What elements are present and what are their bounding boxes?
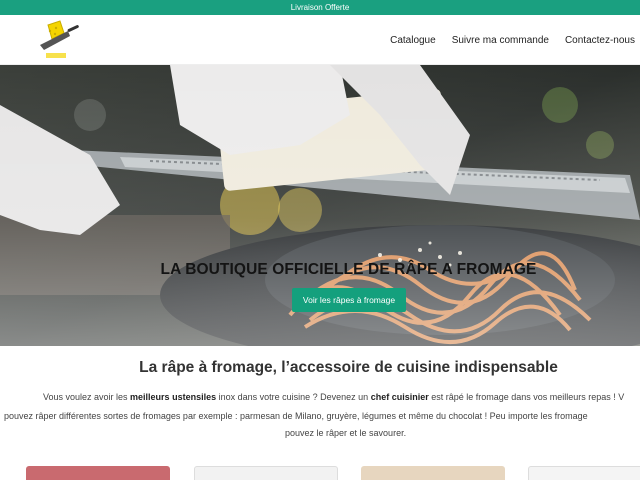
site-header: Catalogue Suivre ma commande Contactez-n… bbox=[0, 15, 640, 65]
intro-line-1-mid: inox dans votre cuisine ? Devenez un bbox=[216, 392, 371, 402]
top-announcement-bar: Livraison Offerte bbox=[0, 0, 640, 15]
announcement-text: Livraison Offerte bbox=[290, 3, 350, 12]
intro-line-1-before: Vous voulez avoir les bbox=[43, 392, 131, 402]
product-card-1[interactable] bbox=[26, 466, 170, 480]
nav-catalogue[interactable]: Catalogue bbox=[390, 35, 436, 46]
intro-line-1: Vous voulez avoir les meilleurs ustensil… bbox=[43, 388, 624, 407]
product-card-4[interactable] bbox=[528, 466, 640, 480]
product-card-3[interactable] bbox=[361, 466, 505, 480]
intro-title: La râpe à fromage, l’accessoire de cuisi… bbox=[139, 359, 558, 376]
main-nav: Catalogue Suivre ma commande Contactez-n… bbox=[390, 15, 635, 65]
nav-contact[interactable]: Contactez-nous bbox=[565, 35, 635, 46]
intro-section: La râpe à fromage, l’accessoire de cuisi… bbox=[0, 346, 640, 480]
hero-title: LA BOUTIQUE OFFICIELLE DE RÂPE A FROMAGE bbox=[160, 261, 537, 278]
nav-track-order[interactable]: Suivre ma commande bbox=[452, 35, 549, 46]
product-card-2[interactable] bbox=[194, 466, 338, 480]
hero-banner: LA BOUTIQUE OFFICIELLE DE RÂPE A FROMAGE… bbox=[0, 65, 640, 346]
view-graters-button[interactable]: Voir les râpes à fromage bbox=[292, 288, 406, 312]
intro-line-1-after: est râpé le fromage dans vos meilleurs r… bbox=[428, 392, 625, 402]
intro-line-3: pouvez le râper et le savourer. bbox=[285, 428, 407, 438]
intro-bold-ustensiles: meilleurs ustensiles bbox=[130, 392, 217, 402]
intro-bold-chef: chef cuisinier bbox=[370, 392, 429, 402]
cheese-grater-logo-icon[interactable] bbox=[36, 19, 84, 61]
